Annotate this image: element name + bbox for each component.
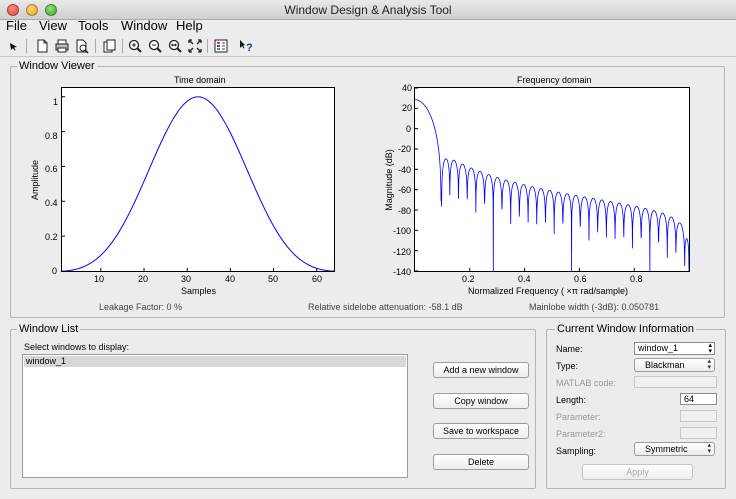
mainlobe-width-text: Mainlobe width (-3dB): 0.050781 [529,302,660,312]
leakage-factor-text: Leakage Factor: 0 % [99,302,183,312]
freq-ytick: -120 [393,247,412,257]
menu-bar: File View Tools Window Help [0,18,736,35]
print-preview-icon[interactable] [74,38,90,54]
menu-help[interactable]: Help [176,18,203,33]
select-windows-prompt: Select windows to display: [24,342,130,352]
time-domain-title: Time domain [174,75,226,85]
name-value: window_1 [638,343,679,353]
freq-xtick: 0.4 [518,274,531,284]
frequency-domain-plot[interactable] [414,87,690,272]
sampling-label: Sampling: [556,446,597,456]
sampling-popup-arrows: ▴ ▾ [707,442,711,455]
sidelobe-attenuation-text: Relative sidelobe attenuation: -58.1 dB [308,302,463,312]
time-ytick: 0.2 [45,232,58,242]
time-ylabel: Amplitude [30,159,41,201]
zoom-x-icon[interactable] [167,38,183,54]
time-xtick: 60 [312,274,323,284]
freq-ytick: 20 [402,103,413,113]
toolbar: ? [0,35,736,57]
save-to-workspace-button[interactable]: Save to workspace [433,423,529,439]
full-view-icon[interactable] [187,38,203,54]
menu-tools[interactable]: Tools [78,18,108,33]
list-item[interactable]: window_1 [24,356,406,367]
freq-ytick: 0 [406,124,412,134]
freq-ytick: -80 [398,206,412,216]
type-label: Type: [556,361,579,371]
toolbar-separator [95,39,96,53]
parameter-field [680,410,717,422]
parameter2-field [680,427,717,439]
apply-button[interactable]: Apply [582,464,693,480]
freq-xtick: 0.2 [462,274,475,284]
sampling-popup[interactable]: Symmetric ▴ ▾ [634,442,715,456]
freq-ytick: -40 [398,165,412,175]
time-xlabel: Samples [181,286,217,296]
time-xtick: 50 [268,274,279,284]
type-popup-arrows: ▴ ▾ [707,358,711,371]
time-domain-series-line [62,96,334,271]
new-icon[interactable] [34,38,50,54]
time-ytick: 0.6 [45,164,58,174]
frequency-domain-curve-area [415,88,689,271]
title-bar: Window Design & Analysis Tool [0,0,736,20]
freq-ytick: 40 [402,83,413,93]
sampling-value: Symmetric [645,444,688,454]
print-icon[interactable] [54,38,70,54]
menu-file[interactable]: File [6,18,27,33]
name-stepper-arrows[interactable]: ▴ ▾ [708,342,712,355]
time-xtick: 20 [138,274,149,284]
zoom-out-icon[interactable] [147,38,163,54]
window-list-label: Window List [17,323,81,335]
name-label: Name: [556,344,583,354]
time-xtick: 40 [225,274,236,284]
open-icon[interactable] [101,38,117,54]
toolbar-separator [207,39,208,53]
window-title: Window Design & Analysis Tool [284,3,452,17]
window-listbox[interactable]: window_1 [22,354,408,478]
length-field[interactable]: 64 [680,393,717,405]
menu-view[interactable]: View [39,18,67,33]
menu-window[interactable]: Window [121,18,167,33]
freq-xlabel: Normalized Frequency ( ×π rad/sample) [468,286,629,296]
legend-icon[interactable] [213,38,229,54]
window-viewer-label: Window Viewer [17,60,97,72]
add-new-window-button[interactable]: Add a new window [433,362,529,378]
toolbar-separator [26,39,27,53]
name-field[interactable]: window_1 ▴ ▾ [634,342,715,355]
time-xtick: 30 [181,274,192,284]
type-popup[interactable]: Blackman ▴ ▾ [634,358,715,372]
freq-xtick: 0.6 [574,274,587,284]
current-window-info-label: Current Window Information [555,323,696,335]
length-label: Length: [556,395,587,405]
freq-ytick: -60 [398,185,412,195]
freq-xtick: 0.8 [630,274,643,284]
delete-button[interactable]: Delete [433,454,529,470]
time-domain-plot[interactable] [61,87,335,272]
arrow-icon[interactable] [6,38,22,54]
time-ytick: 1 [53,97,59,107]
frequency-domain-series-line [415,99,689,271]
zoom-in-icon[interactable] [127,38,143,54]
parameter2-label: Parameter2: [556,429,606,439]
time-ytick: 0.8 [45,131,58,141]
freq-ytick: -140 [393,267,412,277]
svg-text:?: ? [246,42,253,54]
matlab-code-label: MATLAB code: [556,378,616,388]
matlab-code-field [634,376,717,388]
parameter-label: Parameter: [556,412,601,422]
freq-domain-title: Frequency domain [517,75,592,85]
time-domain-curve-area [62,96,334,271]
time-ytick: 0.4 [45,198,58,208]
freq-ytick: -20 [398,144,412,154]
toolbar-separator [122,39,123,53]
time-ytick: 0 [52,266,58,276]
copy-window-button[interactable]: Copy window [433,393,529,409]
freq-ytick: -100 [393,226,412,236]
freq-ylabel: Magnitude (dB) [383,149,394,211]
type-value: Blackman [645,360,685,370]
time-xtick: 10 [94,274,105,284]
whats-this-icon[interactable]: ? [238,38,254,54]
